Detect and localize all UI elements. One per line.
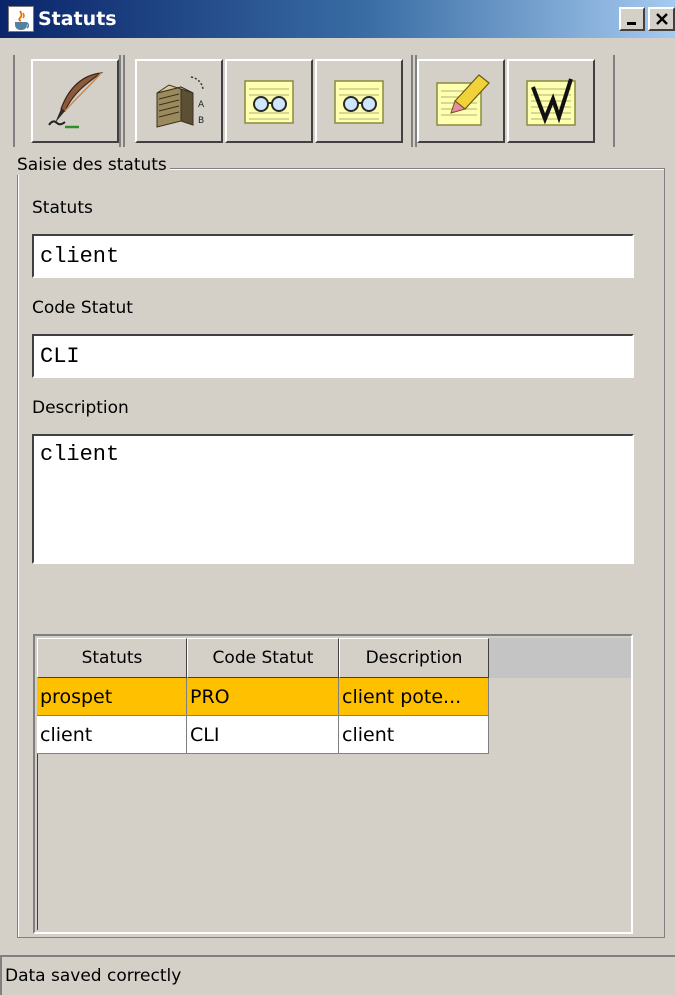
cell-description: client pote... bbox=[339, 678, 489, 716]
sort-button[interactable]: A B bbox=[135, 59, 223, 143]
column-header-description[interactable]: Description bbox=[339, 638, 489, 678]
close-button[interactable] bbox=[648, 7, 675, 31]
table-row[interactable]: client CLI client bbox=[37, 716, 489, 754]
new-status-button[interactable] bbox=[31, 59, 119, 143]
code-statut-input[interactable] bbox=[32, 334, 634, 378]
svg-text:B: B bbox=[198, 116, 204, 126]
description-textarea[interactable]: client bbox=[32, 434, 634, 564]
status-table[interactable]: Statuts Code Statut Description prospet … bbox=[33, 634, 633, 934]
statuts-label: Statuts bbox=[32, 198, 93, 218]
edit-document-icon bbox=[436, 74, 490, 126]
statuts-input[interactable] bbox=[32, 234, 634, 278]
column-header-code-statut[interactable]: Code Statut bbox=[187, 638, 339, 678]
cell-code-statut: CLI bbox=[187, 716, 339, 754]
status-bar: Data saved correctly bbox=[0, 955, 675, 995]
edit-button[interactable] bbox=[417, 59, 505, 143]
svg-text:A: A bbox=[198, 100, 205, 110]
window-title: Statuts bbox=[38, 8, 117, 30]
quill-pen-icon bbox=[48, 72, 104, 129]
minimize-button[interactable] bbox=[619, 7, 645, 31]
title-bar[interactable]: Statuts bbox=[0, 0, 675, 38]
table-header: Statuts Code Statut Description bbox=[37, 638, 631, 678]
cell-code-statut: PRO bbox=[187, 678, 339, 716]
cell-description: client bbox=[339, 716, 489, 754]
cell-statuts: prospet bbox=[37, 678, 187, 716]
delete-button[interactable] bbox=[507, 59, 595, 143]
status-message: Data saved correctly bbox=[5, 966, 182, 986]
description-label: Description bbox=[32, 398, 129, 418]
view-document-icon bbox=[244, 80, 294, 124]
close-icon bbox=[655, 13, 668, 25]
view-all-button[interactable] bbox=[315, 59, 403, 143]
java-cup-icon bbox=[8, 6, 34, 32]
cell-statuts: client bbox=[37, 716, 187, 754]
table-row[interactable]: prospet PRO client pote... bbox=[37, 678, 489, 716]
code-statut-label: Code Statut bbox=[32, 298, 133, 318]
toolbar: A B bbox=[13, 55, 663, 147]
column-header-statuts[interactable]: Statuts bbox=[37, 638, 187, 678]
delete-document-icon bbox=[526, 78, 576, 126]
view-document-alt-icon bbox=[334, 80, 384, 124]
view-button[interactable] bbox=[225, 59, 313, 143]
minimize-icon bbox=[627, 22, 636, 25]
sort-box-icon: A B bbox=[156, 76, 205, 128]
group-title: Saisie des statuts bbox=[17, 155, 170, 175]
statuts-window: Statuts A B Saisie des statuts Statuts c… bbox=[0, 0, 675, 995]
